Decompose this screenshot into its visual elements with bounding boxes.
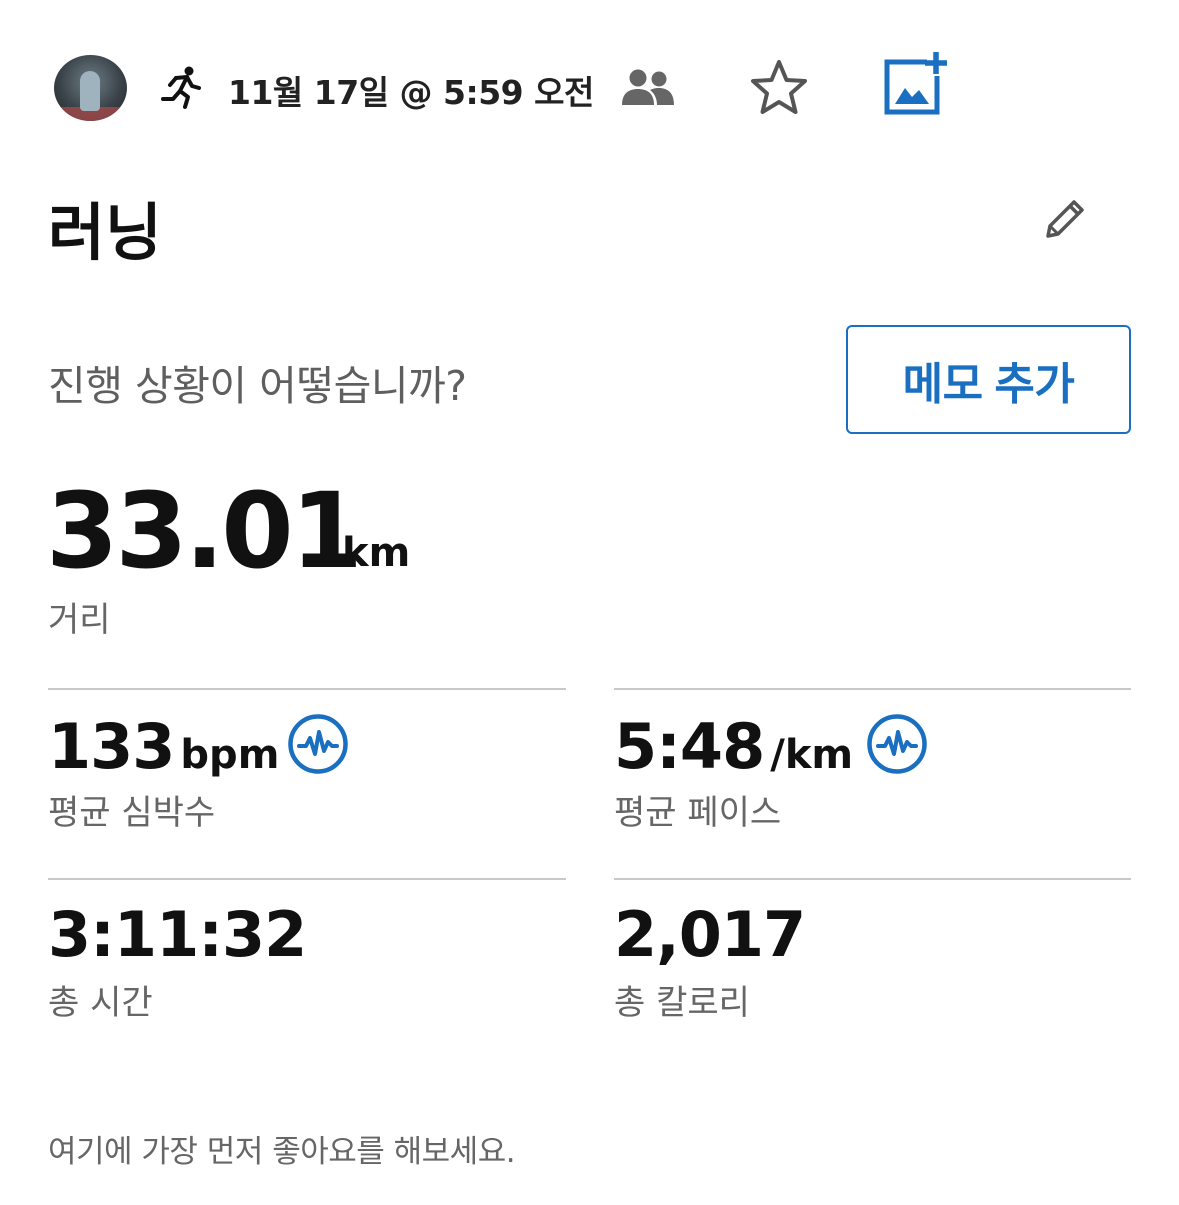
divider xyxy=(614,878,1131,880)
total-calories-value: 2,017 xyxy=(614,898,806,971)
avg-heart-rate-value: 133 bpm xyxy=(48,710,279,783)
avg-pace-value: 5:48/km xyxy=(614,710,853,783)
divider xyxy=(614,688,1131,690)
divider xyxy=(48,878,566,880)
total-calories-label: 총 칼로리 xyxy=(614,983,750,1023)
like-prompt[interactable]: 여기에 가장 먼저 좋아요를 해보세요. xyxy=(48,1126,516,1171)
activity-title: 러닝 xyxy=(48,196,163,269)
note-prompt: 진행 상황이 어떻습니까? xyxy=(48,362,467,410)
people-icon[interactable] xyxy=(620,67,676,109)
avg-pace-label: 평균 페이스 xyxy=(614,793,782,833)
pace-unit: /km xyxy=(770,732,854,778)
avg-heart-rate-label: 평균 심박수 xyxy=(48,793,216,833)
activity-datetime: 11월 17일 @ 5:59 오전 xyxy=(228,73,594,112)
pace-number: 5:48 xyxy=(614,710,765,783)
total-time-label: 총 시간 xyxy=(48,983,153,1023)
distance-label: 거리 xyxy=(48,600,111,640)
add-memo-button[interactable]: 메모 추가 xyxy=(846,325,1131,434)
activity-header: 11월 17일 @ 5:59 오전 xyxy=(0,0,1179,150)
add-photo-icon[interactable] xyxy=(883,52,947,116)
heart-rate-unit: bpm xyxy=(180,732,280,778)
distance-unit: km xyxy=(342,530,411,576)
pace-chart-icon[interactable] xyxy=(866,713,928,775)
heart-rate-number: 133 xyxy=(48,710,175,783)
divider xyxy=(48,688,566,690)
heart-rate-chart-icon[interactable] xyxy=(287,713,349,775)
running-icon xyxy=(161,66,201,109)
star-icon[interactable] xyxy=(748,58,810,118)
pencil-icon[interactable] xyxy=(1042,196,1088,242)
total-time-value: 3:11:32 xyxy=(48,898,307,971)
activity-detail-page: 11월 17일 @ 5:59 오전 러닝 진행 상황이 어떻습니까? 메모 추가… xyxy=(0,0,1179,1205)
user-avatar[interactable] xyxy=(54,55,127,121)
distance-value: 33.01 xyxy=(46,470,363,592)
